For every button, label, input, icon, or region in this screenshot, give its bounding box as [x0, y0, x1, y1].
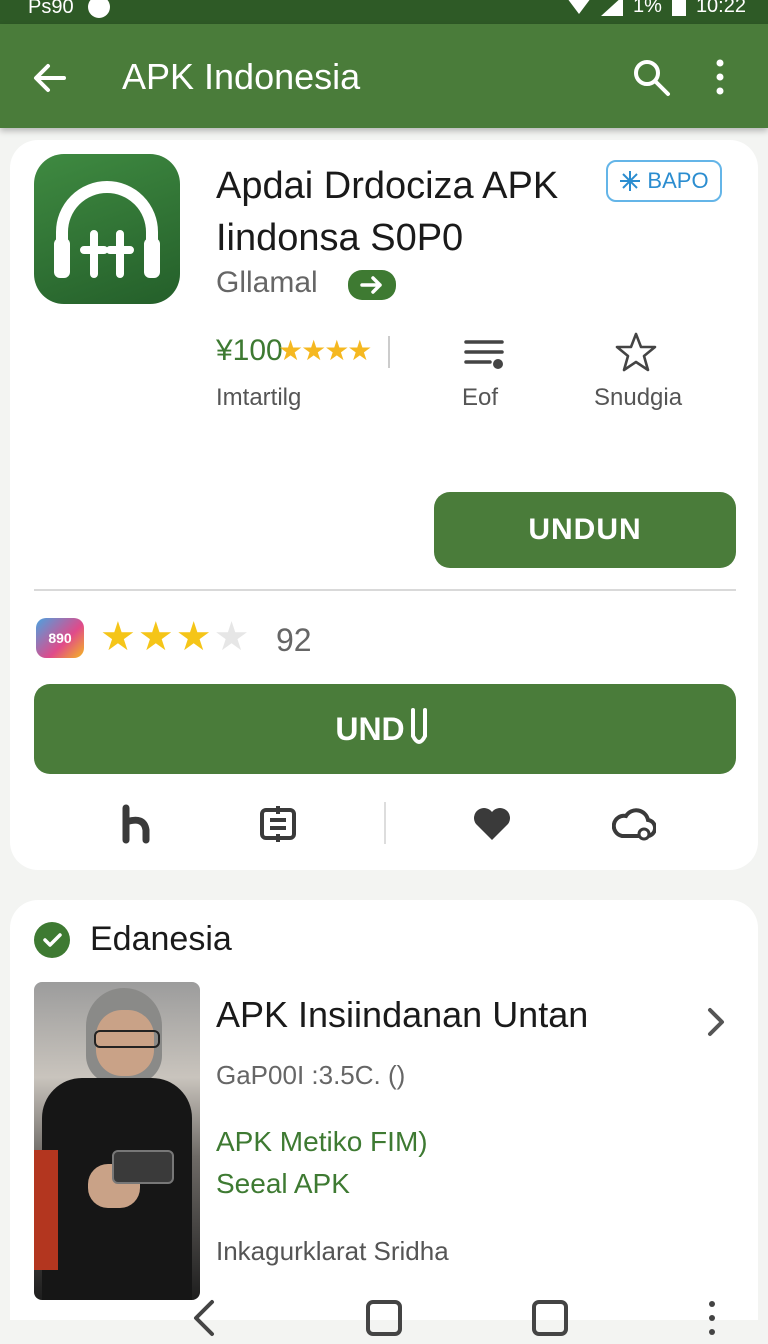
app-name: Apdai Drdociza APK Iindonsa S0P0	[216, 160, 558, 264]
rating-value: ¥100	[216, 334, 283, 367]
download-label: UND	[335, 710, 405, 747]
source-logo-text: 890	[48, 630, 72, 646]
action-divider	[384, 802, 386, 844]
star-filled-icon: ★	[175, 615, 214, 659]
thumbnail-sleeve	[34, 1150, 58, 1270]
stat-label-wishlist[interactable]: Snudgia	[594, 384, 682, 412]
stat-label-installs: Imtartilg	[216, 384, 302, 411]
thumbnail-glasses	[94, 1030, 160, 1048]
compare-icon[interactable]	[256, 802, 300, 846]
developer-badge[interactable]	[348, 270, 396, 300]
page-title: APK Indonesia	[122, 56, 361, 97]
app-icon	[34, 154, 180, 304]
snowflake-icon	[620, 171, 641, 191]
battery-icon	[671, 0, 686, 16]
battery-percent: 1%	[633, 0, 662, 17]
review-count: 92	[276, 622, 312, 658]
app-name-line-2: Iindonsa S0P0	[216, 217, 464, 259]
item-meta: GaP00I :3.5C. ()	[216, 1060, 406, 1090]
chevron-right-icon[interactable]	[700, 1004, 732, 1040]
share-icon[interactable]	[114, 802, 158, 846]
nav-back-icon[interactable]	[186, 1298, 226, 1338]
item-link-1[interactable]: APK Metiko FIM)	[216, 1126, 428, 1158]
notification-icon	[87, 0, 110, 18]
download-cursor-icon	[410, 708, 427, 744]
status-bar: Ps90 1% 10:22	[0, 0, 768, 24]
item-footer: Inkagurklarat Sridha	[216, 1236, 449, 1266]
search-icon[interactable]	[630, 56, 672, 98]
list-icon	[464, 340, 504, 369]
thumbnail-phone	[112, 1150, 174, 1184]
download-button[interactable]: UND	[34, 684, 736, 774]
nav-recents-icon[interactable]	[530, 1298, 570, 1338]
developer-name[interactable]: Gllamal	[216, 266, 318, 300]
nav-more-icon[interactable]	[692, 1298, 732, 1338]
item-thumbnail[interactable]	[34, 982, 200, 1300]
category-badge[interactable]: BAPO	[606, 160, 722, 202]
signal-icon	[601, 0, 624, 16]
badge-label: BAPO	[647, 168, 709, 193]
star-outline-icon[interactable]	[614, 330, 658, 374]
rating-stars: ★★★★	[278, 335, 372, 366]
heart-icon[interactable]	[470, 802, 514, 846]
stat-label-category: Eof	[462, 384, 499, 411]
app-bar: APK Indonesia	[0, 24, 768, 128]
star-filled-icon: ★	[137, 615, 176, 659]
item-link-2[interactable]: Seeal APK	[216, 1168, 350, 1200]
wifi-icon	[568, 0, 590, 14]
star-filled-icon: ★	[100, 615, 138, 659]
section-title: Edanesia	[90, 920, 232, 958]
stat-divider	[388, 336, 390, 368]
arrow-left-icon[interactable]	[30, 58, 70, 98]
headphones-icon	[54, 181, 160, 278]
status-time: 10:22	[695, 0, 746, 17]
review-stars: ★★★★	[100, 614, 251, 660]
app-name-line-1: Apdai Drdociza APK	[216, 165, 559, 207]
check-circle-icon	[43, 933, 62, 947]
status-carrier-text: Ps90	[28, 0, 74, 18]
arrow-right-icon	[360, 276, 382, 294]
cloud-icon[interactable]	[612, 802, 656, 846]
star-empty-icon: ★	[213, 615, 252, 659]
item-title[interactable]: APK Insiindanan Untan	[216, 994, 588, 1036]
nav-home-icon[interactable]	[364, 1298, 404, 1338]
more-vert-icon[interactable]	[706, 56, 734, 98]
section-divider	[34, 589, 736, 591]
section-icon	[34, 922, 70, 958]
source-logo: 890	[36, 618, 84, 658]
install-button[interactable]: UNDUN	[434, 492, 736, 568]
